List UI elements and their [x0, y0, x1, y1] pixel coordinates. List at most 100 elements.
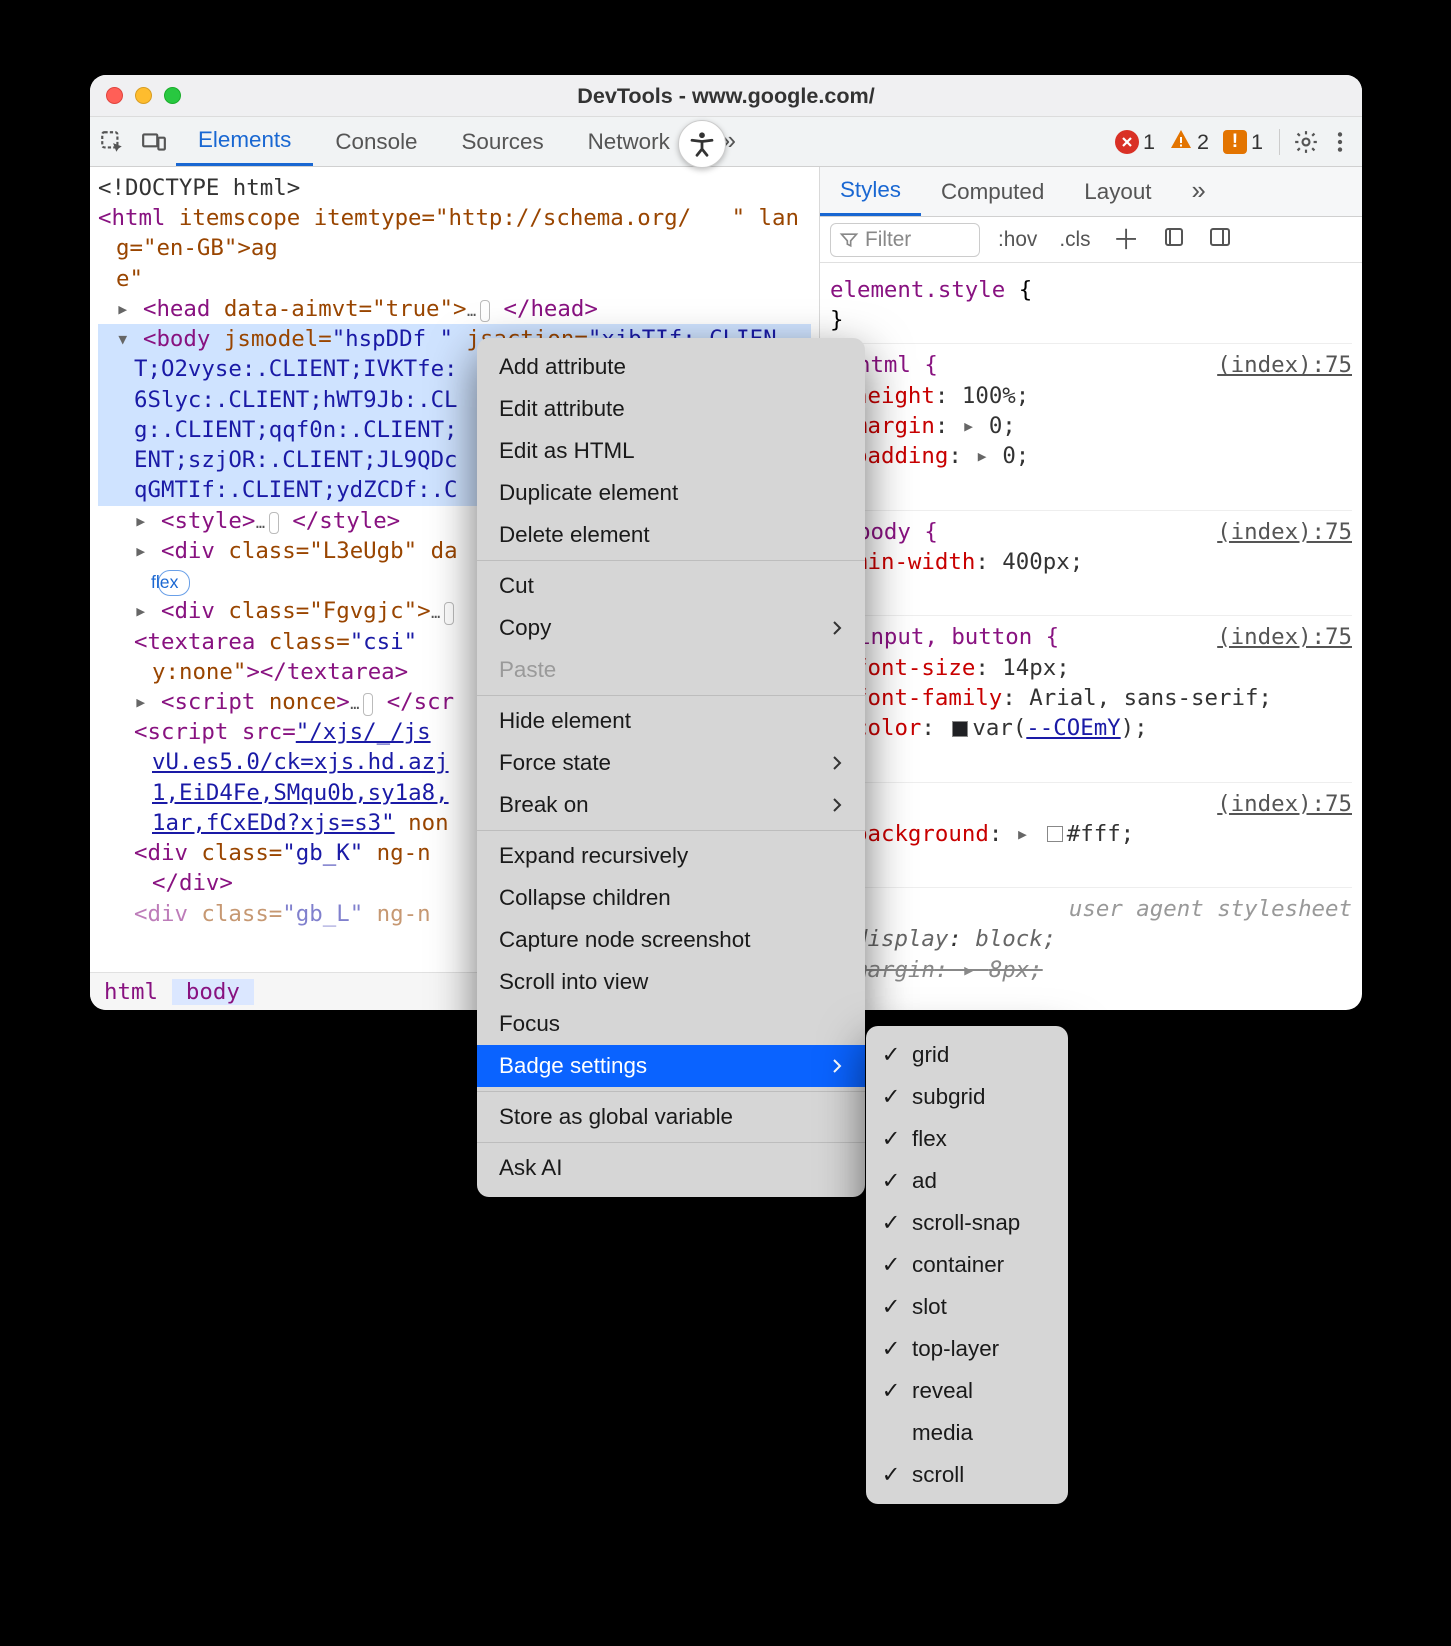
prop-value[interactable]: 0; — [989, 413, 1016, 439]
context-menu-item[interactable]: Scroll into view — [477, 961, 865, 1003]
prop-value[interactable]: 100%; — [962, 383, 1029, 409]
prop-name[interactable]: font-family — [854, 685, 1002, 711]
fold-icon[interactable]: … — [269, 512, 279, 535]
context-menu-item[interactable]: Store as global variable — [477, 1096, 865, 1138]
prop-name[interactable]: padding — [854, 443, 948, 469]
prop-name[interactable]: margin — [854, 413, 935, 439]
rule-source[interactable]: (index):75 — [1217, 350, 1352, 380]
prop-value[interactable]: 400px; — [1002, 549, 1083, 575]
context-menu-separator — [477, 560, 865, 561]
context-menu-item[interactable]: Edit as HTML — [477, 430, 865, 472]
badge-submenu-item[interactable]: ✓container — [866, 1244, 1068, 1286]
fold-icon[interactable]: … — [444, 602, 454, 625]
context-menu-item[interactable]: Delete element — [477, 514, 865, 556]
dom-div2[interactable]: <div — [161, 598, 215, 624]
context-menu-item[interactable]: Cut — [477, 565, 865, 607]
dom-html-open[interactable]: <html — [98, 205, 165, 231]
tab-elements[interactable]: Elements — [176, 117, 313, 166]
crumb-body[interactable]: body — [172, 979, 254, 1005]
rule-source[interactable]: (index):75 — [1217, 517, 1352, 547]
prop-value[interactable]: #fff; — [1067, 821, 1134, 847]
badge-submenu-label: slot — [912, 1294, 947, 1320]
settings-gear-icon[interactable] — [1292, 128, 1320, 156]
color-swatch-icon[interactable] — [1047, 826, 1063, 842]
inspect-element-icon[interactable] — [98, 128, 126, 156]
context-menu-item[interactable]: Duplicate element — [477, 472, 865, 514]
prop-value[interactable]: 0; — [1002, 443, 1029, 469]
context-menu-item[interactable]: Focus — [477, 1003, 865, 1045]
badge-submenu-item[interactable]: ✓reveal — [866, 1370, 1068, 1412]
context-menu-label: Edit attribute — [499, 396, 625, 422]
prop-name[interactable]: min-width — [854, 549, 975, 575]
brace: } — [830, 305, 1352, 335]
badge-submenu-item[interactable]: ✓subgrid — [866, 1076, 1068, 1118]
badge-submenu-label: ad — [912, 1168, 937, 1194]
warning-count[interactable]: 2 — [1165, 127, 1213, 157]
rule-source[interactable]: (index):75 — [1217, 622, 1352, 652]
styles-rules[interactable]: element.style { } , html {(index):75 hei… — [820, 263, 1362, 1010]
context-menu-label: Add attribute — [499, 354, 626, 380]
styles-tab-layout[interactable]: Layout — [1064, 167, 1171, 216]
dom-head[interactable]: <head — [143, 296, 210, 322]
badge-submenu-item[interactable]: media — [866, 1412, 1068, 1454]
badge-submenu-item[interactable]: ✓scroll-snap — [866, 1202, 1068, 1244]
badge-submenu-item[interactable]: ✓scroll — [866, 1454, 1068, 1496]
issues-count[interactable]: ! 1 — [1219, 129, 1267, 155]
badge-submenu-label: media — [912, 1420, 973, 1446]
context-menu-label: Hide element — [499, 708, 631, 734]
dom-script2[interactable]: <script src= — [134, 719, 296, 745]
context-menu-item[interactable]: Expand recursively — [477, 835, 865, 877]
error-count[interactable]: 1 — [1111, 129, 1159, 155]
prop-name[interactable]: height — [854, 383, 935, 409]
context-menu-item[interactable]: Badge settings — [477, 1045, 865, 1087]
styles-filter-input[interactable]: Filter — [830, 223, 980, 257]
badge-submenu-item[interactable]: ✓ad — [866, 1160, 1068, 1202]
fold-icon[interactable]: … — [480, 300, 490, 323]
window-close-button[interactable] — [106, 87, 123, 104]
dom-div1[interactable]: <div — [161, 538, 215, 564]
context-menu-item[interactable]: Force state — [477, 742, 865, 784]
flex-badge[interactable]: flex — [158, 570, 190, 596]
styles-tab-more[interactable]: » — [1172, 167, 1226, 216]
issues-icon: ! — [1223, 130, 1247, 154]
context-menu-item[interactable]: Add attribute — [477, 346, 865, 388]
prop-name[interactable]: background — [854, 821, 989, 847]
new-style-rule-icon[interactable]: ＋ — [1109, 226, 1144, 253]
styles-tab-computed[interactable]: Computed — [921, 167, 1064, 216]
prop-value[interactable]: 14px; — [1002, 655, 1069, 681]
check-icon: ✓ — [880, 1294, 902, 1320]
context-menu-item[interactable]: Break on — [477, 784, 865, 826]
context-menu-item[interactable]: Copy — [477, 607, 865, 649]
toggle-sidebar-icon[interactable] — [1204, 225, 1236, 255]
color-swatch-icon[interactable] — [952, 721, 968, 737]
context-menu-item[interactable]: Capture node screenshot — [477, 919, 865, 961]
prop-name[interactable]: font-size — [854, 655, 975, 681]
tab-network[interactable]: Network — [566, 117, 692, 166]
context-menu-item[interactable]: Hide element — [477, 700, 865, 742]
badge-submenu-item[interactable]: ✓flex — [866, 1118, 1068, 1160]
badge-submenu-item[interactable]: ✓top-layer — [866, 1328, 1068, 1370]
check-icon: ✓ — [880, 1210, 902, 1236]
kebab-menu-icon[interactable] — [1326, 128, 1354, 156]
window-minimize-button[interactable] — [135, 87, 152, 104]
badge-submenu-item[interactable]: ✓ slot — [866, 1286, 1068, 1328]
prop-value[interactable]: Arial, sans-serif; — [1029, 685, 1272, 711]
tab-console[interactable]: Console — [313, 117, 439, 166]
crumb-html[interactable]: html — [90, 979, 172, 1005]
accessibility-icon[interactable] — [678, 120, 726, 168]
rule-element-style[interactable]: element.style — [830, 277, 1005, 303]
device-toolbar-icon[interactable] — [140, 128, 168, 156]
context-menu-item[interactable]: Edit attribute — [477, 388, 865, 430]
hov-toggle[interactable]: :hov — [994, 228, 1041, 252]
context-menu-item[interactable]: Collapse children — [477, 877, 865, 919]
badge-submenu-item[interactable]: ✓grid — [866, 1034, 1068, 1076]
styles-tab-styles[interactable]: Styles — [820, 167, 921, 216]
window-zoom-button[interactable] — [164, 87, 181, 104]
tab-sources[interactable]: Sources — [440, 117, 566, 166]
brace: } — [830, 849, 1352, 879]
rule-source[interactable]: (index):75 — [1217, 789, 1352, 819]
cls-toggle[interactable]: .cls — [1055, 228, 1094, 252]
computed-styles-icon[interactable] — [1158, 225, 1190, 255]
context-menu-item[interactable]: Ask AI — [477, 1147, 865, 1189]
fold-icon[interactable]: … — [363, 693, 373, 716]
